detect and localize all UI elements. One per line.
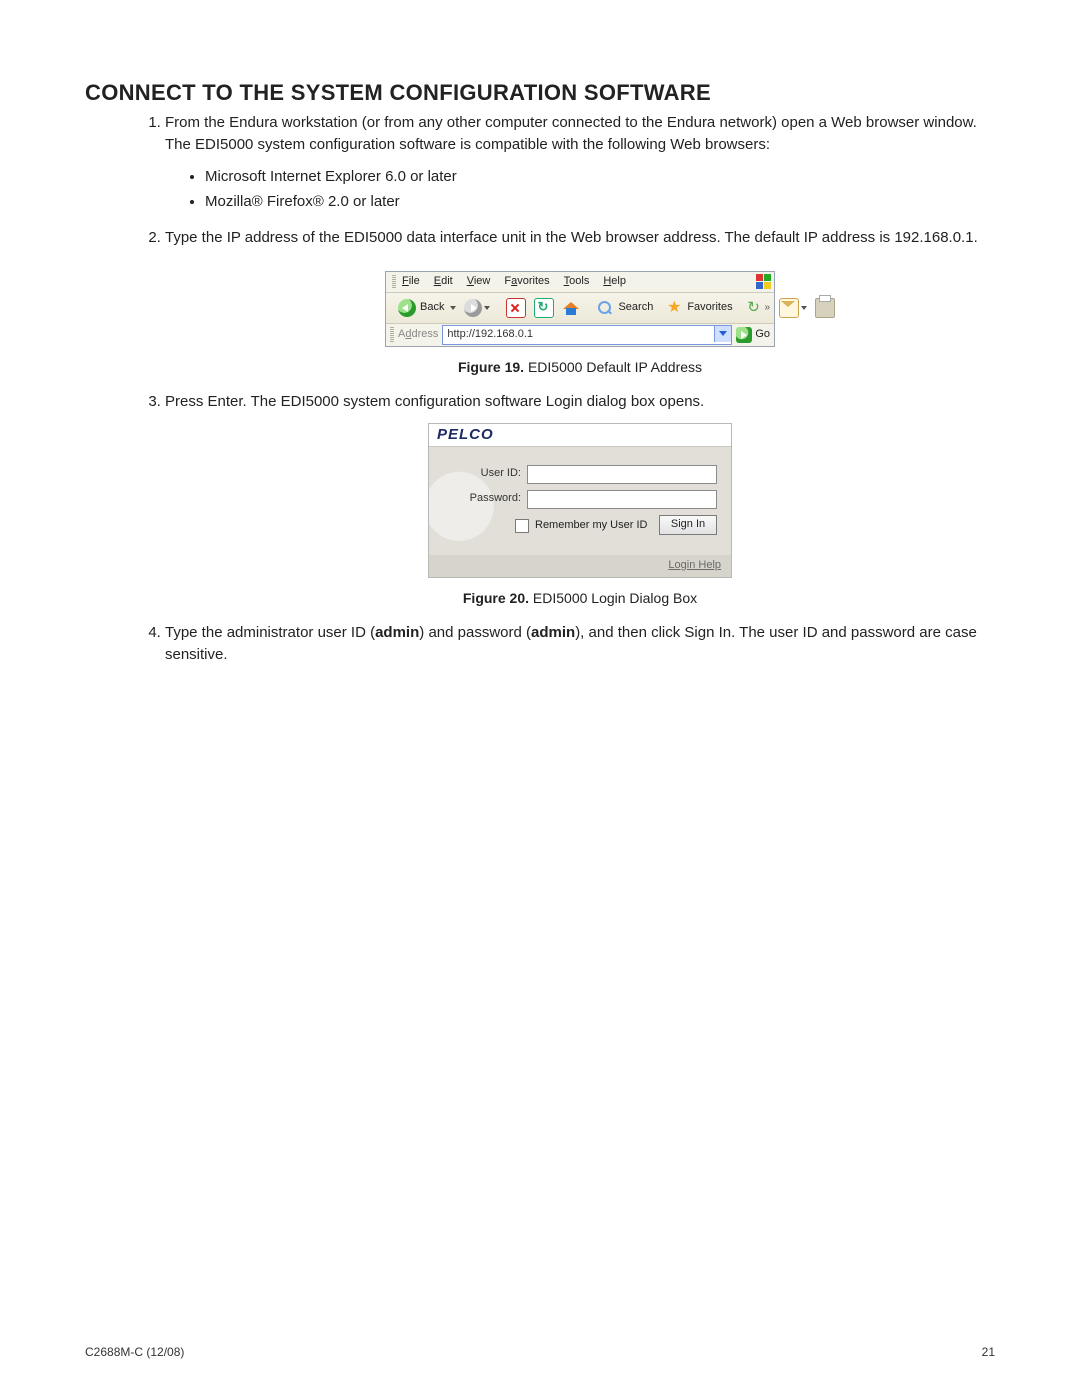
user-id-label: User ID: <box>443 466 521 482</box>
password-input[interactable] <box>527 490 717 509</box>
mail-icon <box>779 298 799 318</box>
figure-20-caption-text: EDI5000 Login Dialog Box <box>529 590 697 606</box>
stop-button[interactable] <box>502 296 530 320</box>
remember-label: Remember my User ID <box>535 518 647 534</box>
step-4: Type the administrator user ID (admin) a… <box>165 622 995 666</box>
step-4-admin2: admin <box>531 624 575 641</box>
address-input[interactable]: http://192.168.0.1 <box>442 325 732 345</box>
home-icon <box>562 299 580 317</box>
login-body: User ID: Password: Remember my User ID S… <box>429 447 731 555</box>
history-button[interactable]: ↻ <box>741 296 767 320</box>
step-2: Type the IP address of the EDI5000 data … <box>165 227 995 377</box>
stop-icon <box>506 298 526 318</box>
star-icon: ★ <box>665 299 683 317</box>
favorites-button[interactable]: ★ Favorites <box>661 296 740 320</box>
overflow-chevron-icon[interactable]: » <box>764 301 770 316</box>
ie-address-bar: Address http://192.168.0.1 Go <box>386 324 774 346</box>
go-label: Go <box>755 327 770 343</box>
refresh-button[interactable] <box>530 296 558 320</box>
browser-bullets: Microsoft Internet Explorer 6.0 or later… <box>165 166 995 214</box>
login-help-link[interactable]: Login Help <box>668 558 721 574</box>
windows-logo-icon <box>756 274 772 290</box>
step-1-text: From the Endura workstation (or from any… <box>165 114 977 153</box>
dropdown-icon <box>801 306 807 310</box>
step-1: From the Endura workstation (or from any… <box>165 112 995 213</box>
go-button[interactable]: Go <box>736 326 770 344</box>
steps-list: From the Endura workstation (or from any… <box>85 112 995 666</box>
print-icon <box>815 298 835 318</box>
back-button[interactable]: Back <box>394 296 460 320</box>
login-header: PELCO <box>429 424 731 447</box>
favorites-label: Favorites <box>687 300 732 316</box>
user-id-input[interactable] <box>527 465 717 484</box>
search-button[interactable]: Search <box>592 296 661 320</box>
refresh-icon <box>534 298 554 318</box>
menu-view[interactable]: View <box>467 274 491 290</box>
remember-row: Remember my User ID <box>515 518 647 534</box>
figure-19-caption-text: EDI5000 Default IP Address <box>524 359 702 375</box>
page-footer: C2688M-C (12/08) 21 <box>85 1345 995 1359</box>
menu-edit[interactable]: Edit <box>434 274 453 290</box>
footer-doc-id: C2688M-C (12/08) <box>85 1345 184 1359</box>
ie-standard-toolbar: Back Search <box>386 293 774 324</box>
dropdown-icon <box>484 306 490 310</box>
menu-help[interactable]: Help <box>603 274 626 290</box>
address-value: http://192.168.0.1 <box>447 327 533 343</box>
bullet-ie: Microsoft Internet Explorer 6.0 or later <box>205 166 995 188</box>
search-icon <box>596 299 614 317</box>
menu-file[interactable]: File <box>402 274 420 290</box>
step-2-text: Type the IP address of the EDI5000 data … <box>165 229 978 246</box>
section-heading: Connect to the System Configuration Soft… <box>85 80 995 106</box>
forward-button[interactable] <box>460 296 494 320</box>
menu-tools[interactable]: Tools <box>564 274 590 290</box>
mail-button[interactable] <box>775 296 811 320</box>
print-button[interactable] <box>811 296 839 320</box>
address-label: Address <box>398 327 438 343</box>
figure-20-login-dialog: PELCO User ID: Password: Remember m <box>428 423 732 578</box>
figure-19-caption: Figure 19. EDI5000 Default IP Address <box>165 357 995 377</box>
address-dropdown-icon[interactable] <box>714 326 731 342</box>
back-label: Back <box>420 300 444 316</box>
step-3-text: Press Enter. The EDI5000 system configur… <box>165 393 704 410</box>
pelco-logo: PELCO <box>437 424 494 446</box>
footer-page-number: 21 <box>982 1345 995 1359</box>
step-4-admin1: admin <box>375 624 419 641</box>
sign-in-button[interactable]: Sign In <box>659 515 717 535</box>
login-footer: Login Help <box>429 555 731 577</box>
ie-menu-bar: File Edit View Favorites Tools Help <box>386 272 774 293</box>
remember-checkbox[interactable] <box>515 519 529 533</box>
figure-20-caption-number: Figure 20. <box>463 590 529 606</box>
password-label: Password: <box>443 491 521 507</box>
forward-arrow-icon <box>464 299 482 317</box>
menu-favorites[interactable]: Favorites <box>504 274 549 290</box>
grip-handle-icon <box>390 327 394 343</box>
figure-19-caption-number: Figure 19. <box>458 359 524 375</box>
dropdown-icon <box>450 306 456 310</box>
bullet-firefox: Mozilla® Firefox® 2.0 or later <box>205 191 995 213</box>
home-button[interactable] <box>558 296 584 320</box>
step-4-pre: Type the administrator user ID ( <box>165 624 375 641</box>
go-arrow-icon <box>736 327 752 343</box>
back-arrow-icon <box>398 299 416 317</box>
history-icon: ↻ <box>745 299 763 317</box>
step-3: Press Enter. The EDI5000 system configur… <box>165 391 995 608</box>
grip-handle-icon <box>392 275 396 289</box>
figure-20-caption: Figure 20. EDI5000 Login Dialog Box <box>165 588 995 608</box>
figure-19-browser-toolbar: File Edit View Favorites Tools Help Back <box>385 271 775 347</box>
search-label: Search <box>618 300 653 316</box>
step-4-mid: ) and password ( <box>419 624 531 641</box>
